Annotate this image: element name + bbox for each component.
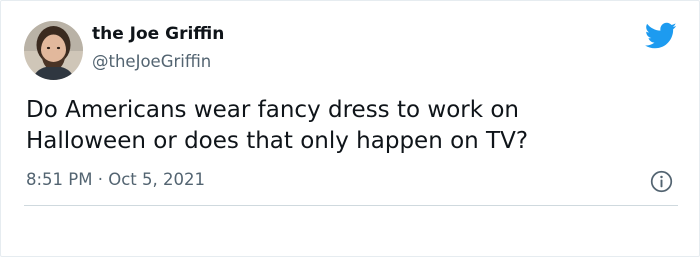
info-icon[interactable] xyxy=(650,170,673,193)
avatar-image xyxy=(24,21,83,80)
tweet-text-line: Halloween or does that only happen on TV… xyxy=(26,128,529,154)
tweet-text-line: Do Americans wear fancy dress to work on xyxy=(26,97,519,123)
avatar[interactable] xyxy=(24,21,83,80)
divider xyxy=(24,205,678,206)
twitter-bird-icon[interactable] xyxy=(645,22,677,50)
tweet-timestamp[interactable]: 8:51 PM · Oct 5, 2021 xyxy=(26,170,205,189)
author-handle[interactable]: @theJoeGriffin xyxy=(92,52,211,71)
author-display-name[interactable]: the Joe Griffin xyxy=(92,24,224,44)
tweet-text: Do Americans wear fancy dress to work on… xyxy=(26,95,666,157)
tweet-card: the Joe Griffin @theJoeGriffin Do Americ… xyxy=(0,0,700,257)
